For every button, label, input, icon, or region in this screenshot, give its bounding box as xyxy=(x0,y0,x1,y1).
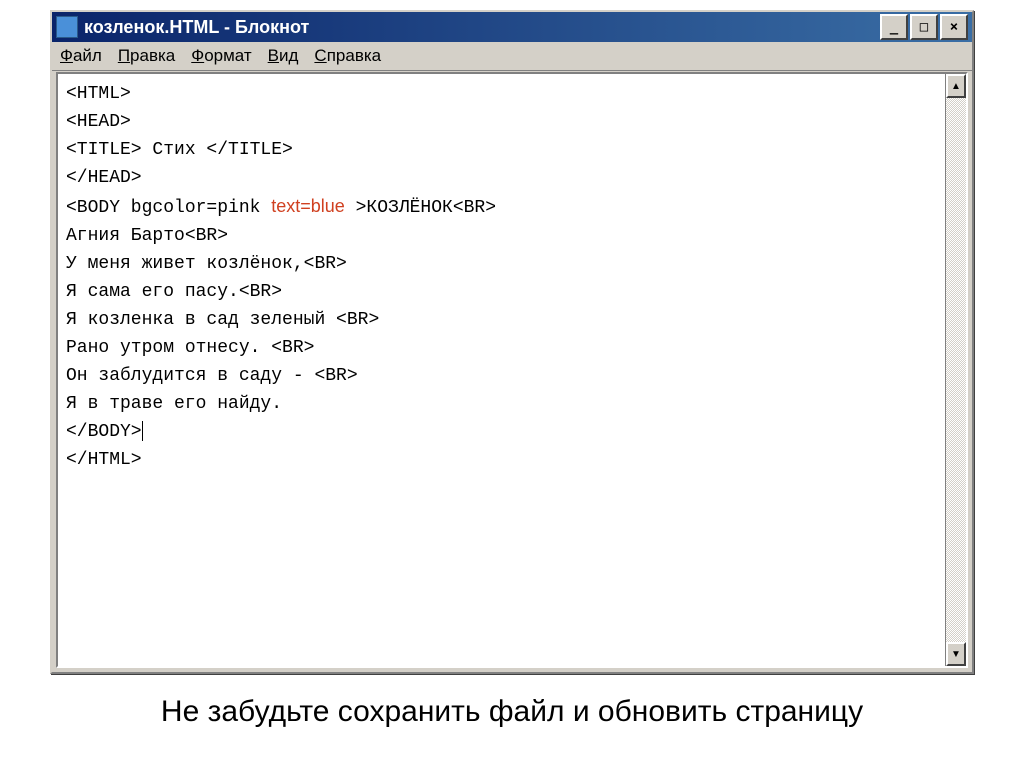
menu-file[interactable]: Файл xyxy=(60,46,102,66)
maximize-button[interactable]: □ xyxy=(910,14,938,40)
text-cursor xyxy=(142,421,143,441)
window-title: козленок.HTML - Блокнот xyxy=(84,17,880,38)
code-line: Он заблудится в саду - <BR> xyxy=(66,366,358,386)
menu-edit[interactable]: Правка xyxy=(118,46,175,66)
app-icon xyxy=(56,16,78,38)
window-controls: _ □ × xyxy=(880,14,968,40)
code-line: >КОЗЛЁНОК<BR> xyxy=(345,198,496,218)
code-line: </HTML> xyxy=(66,450,142,470)
code-line: У меня живет козлёнок,<BR> xyxy=(66,254,347,274)
code-line: Я козленка в сад зеленый <BR> xyxy=(66,310,379,330)
menu-help[interactable]: Справка xyxy=(314,46,381,66)
code-line: </BODY> xyxy=(66,422,142,442)
code-line: <HTML> xyxy=(66,84,131,104)
editor-area: <HTML> <HEAD> <TITLE> Стих </TITLE> </HE… xyxy=(56,72,968,668)
menu-view[interactable]: Вид xyxy=(268,46,299,66)
annotation-text: text=blue xyxy=(271,196,345,216)
code-line: <BODY bgcolor=pink xyxy=(66,198,271,218)
code-line: </HEAD> xyxy=(66,168,142,188)
code-line: Я сама его пасу.<BR> xyxy=(66,282,282,302)
notepad-window: козленок.HTML - Блокнот _ □ × Файл Правк… xyxy=(50,10,974,674)
slide-caption: Не забудьте сохранить файл и обновить ст… xyxy=(0,695,1024,729)
menubar: Файл Правка Формат Вид Справка xyxy=(52,42,972,71)
scroll-down-button[interactable]: ▼ xyxy=(946,642,966,666)
close-button[interactable]: × xyxy=(940,14,968,40)
menu-format[interactable]: Формат xyxy=(191,46,251,66)
vertical-scrollbar[interactable]: ▲ ▼ xyxy=(945,74,966,666)
minimize-button[interactable]: _ xyxy=(880,14,908,40)
scroll-up-button[interactable]: ▲ xyxy=(946,74,966,98)
text-editor[interactable]: <HTML> <HEAD> <TITLE> Стих </TITLE> </HE… xyxy=(58,74,945,666)
code-line: <HEAD> xyxy=(66,112,131,132)
code-line: <TITLE> Стих </TITLE> xyxy=(66,140,293,160)
scroll-track[interactable] xyxy=(946,98,966,642)
code-line: Агния Барто<BR> xyxy=(66,226,228,246)
titlebar[interactable]: козленок.HTML - Блокнот _ □ × xyxy=(52,12,972,42)
code-line: Я в траве его найду. xyxy=(66,394,282,414)
code-line: Рано утром отнесу. <BR> xyxy=(66,338,314,358)
